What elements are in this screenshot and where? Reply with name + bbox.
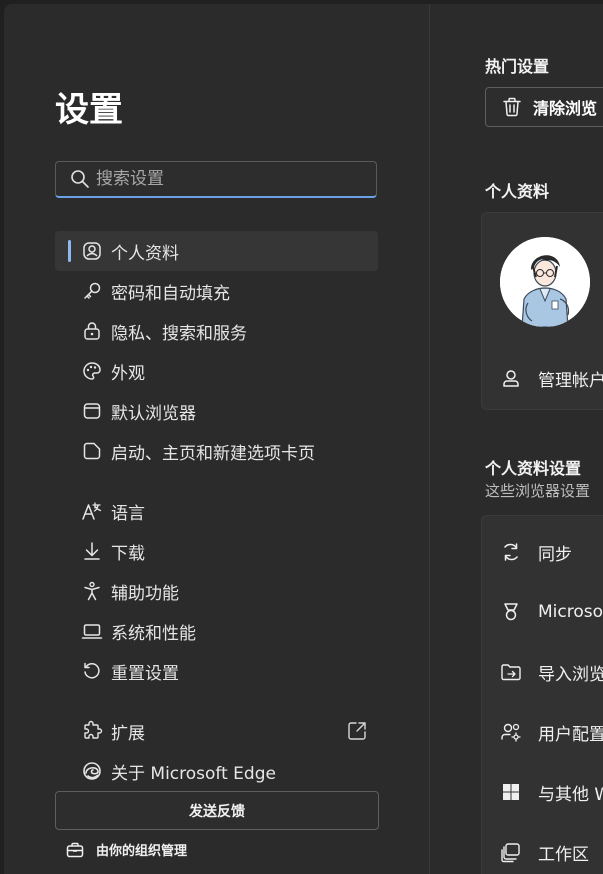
managed-by-org-label: 由你的组织管理	[96, 844, 188, 859]
workspaces-icon	[500, 841, 522, 863]
sidebar-item-label: 隐私、搜索和服务	[111, 323, 247, 344]
sidebar-item-reset[interactable]: 重置设置	[55, 651, 378, 691]
accessibility-icon	[81, 580, 103, 602]
sidebar-item-privacy[interactable]: 隐私、搜索和服务	[55, 311, 378, 351]
settings-row-user-settings[interactable]: 用户配置	[482, 712, 603, 752]
settings-row-sync[interactable]: 同步	[482, 532, 603, 572]
sidebar-item-label: 辅助功能	[111, 583, 179, 604]
settings-row-windows[interactable]: 与其他 W	[482, 772, 603, 812]
nav-gap	[55, 691, 378, 711]
nav-gap	[55, 471, 378, 491]
sidebar-item-label: 启动、主页和新建选项卡页	[111, 443, 315, 464]
language-icon	[81, 500, 103, 522]
settings-row-workspaces[interactable]: 工作区	[482, 832, 603, 872]
clear-browsing-data-button[interactable]: 清除浏览	[485, 87, 603, 127]
sidebar-item-system[interactable]: 系统和性能	[55, 611, 378, 651]
sidebar-item-label: 外观	[111, 363, 145, 384]
user-settings-icon	[500, 721, 522, 743]
clear-browsing-data-label: 清除浏览	[533, 99, 598, 118]
sidebar-item-profile[interactable]: 个人资料	[55, 231, 378, 271]
sidebar-item-label: 关于 Microsoft Edge	[111, 763, 276, 784]
sidebar-item-accessibility[interactable]: 辅助功能	[55, 571, 378, 611]
sidebar-item-label: 个人资料	[111, 243, 179, 264]
manage-account-row[interactable]: 管理帐户	[482, 358, 603, 398]
profile-heading: 个人资料	[485, 182, 550, 201]
managed-by-org[interactable]: 由你的组织管理	[66, 840, 187, 859]
page-title: 设置	[55, 90, 123, 130]
sidebar-item-label: 语言	[111, 503, 145, 524]
profile-settings-description: 这些浏览器设置	[485, 482, 591, 500]
sidebar-nav: 个人资料 密码和自动填充 隐私、搜索和服务 外观 默认浏览器 启动、主页和新建选…	[55, 231, 378, 791]
sidebar-item-label: 密码和自动填充	[111, 283, 230, 304]
reset-icon	[81, 660, 103, 682]
settings-row-label: 用户配置	[538, 724, 603, 745]
sidebar-item-about[interactable]: 关于 Microsoft Edge	[55, 751, 378, 791]
briefcase-icon	[66, 842, 84, 858]
main-content: 热门设置 清除浏览 个人资料 管理帐户 个人资料设置 这些浏览器设置 同步 Mi…	[430, 4, 603, 874]
sidebar-item-languages[interactable]: 语言	[55, 491, 378, 531]
search-input[interactable]	[94, 168, 376, 190]
sidebar-item-label: 默认浏览器	[111, 403, 196, 424]
browser-icon	[81, 400, 103, 422]
manage-account-label: 管理帐户	[538, 370, 603, 391]
trash-icon	[501, 96, 523, 118]
sidebar-item-label: 下载	[111, 543, 145, 564]
sidebar-item-downloads[interactable]: 下载	[55, 531, 378, 571]
lock-icon	[81, 320, 103, 342]
profile-icon	[81, 240, 103, 262]
profile-settings-heading: 个人资料设置	[485, 459, 582, 478]
rewards-icon	[500, 601, 522, 623]
sidebar-item-label: 系统和性能	[111, 623, 196, 644]
external-link-icon	[346, 720, 368, 742]
windows-icon	[500, 781, 522, 803]
settings-row-label: 同步	[538, 544, 572, 565]
sidebar: 设置 个人资料 密码和自动填充	[4, 4, 430, 874]
palette-icon	[81, 360, 103, 382]
settings-row-label: 导入浏览	[538, 664, 603, 685]
profile-card: 管理帐户	[481, 212, 603, 410]
settings-row-label: Microso	[538, 602, 603, 622]
sidebar-item-label: 扩展	[111, 723, 145, 744]
new-tab-icon	[81, 440, 103, 462]
sidebar-item-extensions[interactable]: 扩展	[55, 711, 378, 751]
sidebar-item-default-browser[interactable]: 默认浏览器	[55, 391, 378, 431]
settings-row-label: 与其他 W	[538, 784, 603, 805]
settings-row-rewards[interactable]: Microso	[482, 592, 603, 632]
download-icon	[81, 540, 103, 562]
settings-window: 设置 个人资料 密码和自动填充	[4, 4, 603, 874]
sync-icon	[500, 541, 522, 563]
import-icon	[500, 661, 522, 683]
send-feedback-button[interactable]: 发送反馈	[55, 791, 379, 830]
search-box[interactable]	[55, 161, 377, 198]
profile-settings-card: 同步 Microso 导入浏览 用户配置 与其他 W 工作区	[481, 515, 603, 874]
edge-icon	[81, 760, 103, 782]
laptop-icon	[81, 620, 103, 642]
popular-settings-heading: 热门设置	[485, 57, 550, 76]
sidebar-item-appearance[interactable]: 外观	[55, 351, 378, 391]
key-icon	[81, 280, 103, 302]
avatar[interactable]	[500, 237, 590, 327]
puzzle-icon	[81, 720, 103, 742]
settings-row-label: 工作区	[538, 844, 589, 865]
sidebar-item-label: 重置设置	[111, 663, 179, 684]
person-icon	[500, 367, 522, 389]
search-icon	[70, 169, 90, 189]
sidebar-item-startup[interactable]: 启动、主页和新建选项卡页	[55, 431, 378, 471]
sidebar-item-passwords[interactable]: 密码和自动填充	[55, 271, 378, 311]
settings-row-import[interactable]: 导入浏览	[482, 652, 603, 692]
